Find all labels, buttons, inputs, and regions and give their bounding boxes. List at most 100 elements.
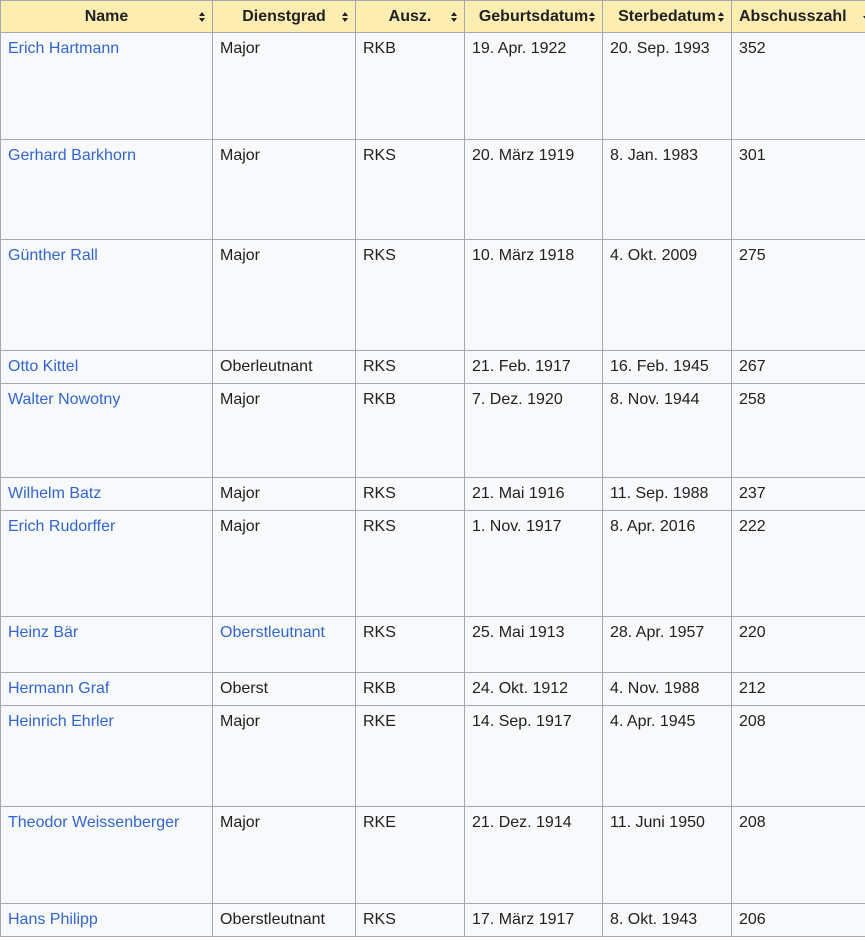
rank-cell-text: Major bbox=[220, 518, 261, 535]
death-date-cell-text: 11. Juni 1950 bbox=[610, 814, 705, 831]
kills-cell-text: 275 bbox=[739, 247, 766, 264]
person-link[interactable]: Hermann Graf bbox=[8, 680, 109, 697]
award-cell: RKB bbox=[355, 672, 465, 706]
name-cell: Hans Philipp bbox=[0, 903, 213, 937]
sort-both-icon bbox=[589, 12, 595, 22]
death-date-cell-text: 8. Apr. 2016 bbox=[610, 518, 696, 535]
name-cell: Gerhard Barkhorn bbox=[0, 139, 213, 240]
birth-date-cell: 19. Apr. 1922 bbox=[464, 32, 603, 140]
name-cell: Erich Rudorffer bbox=[0, 510, 213, 617]
kills-cell-text: 267 bbox=[739, 358, 766, 375]
kills-cell: 208 bbox=[731, 806, 865, 904]
sort-both-icon bbox=[718, 12, 724, 22]
table-row: Hans Philipp Oberstleutnant RKS 17. März 19… bbox=[0, 903, 865, 937]
name-cell: Walter Nowotny bbox=[0, 383, 213, 478]
header-kills[interactable]: Abschusszahl bbox=[731, 0, 865, 33]
name-cell: Theodor Weissenberger bbox=[0, 806, 213, 904]
person-link[interactable]: Heinrich Ehrler bbox=[8, 713, 114, 730]
award-cell-text: RKS bbox=[363, 358, 396, 375]
birth-date-cell: 21. Dez. 1914 bbox=[464, 806, 603, 904]
death-date-cell-text: 16. Feb. 1945 bbox=[610, 358, 709, 375]
header-name[interactable]: Name bbox=[0, 0, 213, 33]
header-label: Name bbox=[84, 7, 129, 25]
award-cell: RKB bbox=[355, 32, 465, 140]
birth-date-cell: 21. Feb. 1917 bbox=[464, 350, 603, 384]
rank-cell: Major bbox=[212, 383, 356, 478]
table-row: Otto Kittel Oberleutnant RKS 21. Feb. 1917 1… bbox=[0, 350, 865, 384]
death-date-cell: 8. Apr. 2016 bbox=[602, 510, 732, 617]
death-date-cell-text: 4. Okt. 2009 bbox=[610, 247, 698, 264]
death-date-cell-text: 8. Jan. 1983 bbox=[610, 147, 699, 164]
kills-cell: 208 bbox=[731, 705, 865, 807]
name-cell: Heinz Bär bbox=[0, 616, 213, 673]
death-date-cell: 8. Nov. 1944 bbox=[602, 383, 732, 478]
name-cell: Heinrich Ehrler bbox=[0, 705, 213, 807]
header-rank[interactable]: Dienstgrad bbox=[212, 0, 356, 33]
name-cell: Otto Kittel bbox=[0, 350, 213, 384]
rank-cell: Oberleutnant bbox=[212, 350, 356, 384]
kills-cell: 275 bbox=[731, 239, 865, 351]
kills-cell: 206 bbox=[731, 903, 865, 937]
death-date-cell: 16. Feb. 1945 bbox=[602, 350, 732, 384]
header-died[interactable]: Sterbedatum bbox=[602, 0, 732, 33]
kills-cell-text: 208 bbox=[739, 713, 766, 730]
award-cell-text: RKS bbox=[363, 147, 396, 164]
award-cell-text: RKB bbox=[363, 40, 396, 57]
person-link[interactable]: Gerhard Barkhorn bbox=[8, 147, 136, 164]
header-label: Sterbedatum bbox=[618, 7, 716, 25]
person-link[interactable]: Günther Rall bbox=[8, 247, 98, 264]
award-cell: RKS bbox=[355, 239, 465, 351]
name-cell: Wilhelm Batz bbox=[0, 477, 213, 511]
birth-date-cell-text: 17. März 1917 bbox=[472, 911, 575, 928]
rank-cell: Oberstleutnant bbox=[212, 903, 356, 937]
person-link[interactable]: Otto Kittel bbox=[8, 358, 78, 375]
person-link[interactable]: Theodor Weissenberger bbox=[8, 814, 179, 831]
birth-date-cell-text: 19. Apr. 1922 bbox=[472, 40, 567, 57]
person-link[interactable]: Erich Rudorffer bbox=[8, 518, 115, 535]
kills-cell: 222 bbox=[731, 510, 865, 617]
rank-cell: Major bbox=[212, 705, 356, 807]
award-cell: RKB bbox=[355, 383, 465, 478]
rank-cell-text: Oberleutnant bbox=[220, 358, 313, 375]
person-link[interactable]: Erich Hartmann bbox=[8, 40, 119, 57]
birth-date-cell-text: 14. Sep. 1917 bbox=[472, 713, 572, 730]
birth-date-cell-text: 21. Feb. 1917 bbox=[472, 358, 571, 375]
rank-cell-text: Major bbox=[220, 485, 261, 502]
death-date-cell-text: 28. Apr. 1957 bbox=[610, 624, 705, 641]
birth-date-cell: 10. März 1918 bbox=[464, 239, 603, 351]
award-cell-text: RKB bbox=[363, 391, 396, 408]
person-link[interactable]: Wilhelm Batz bbox=[8, 485, 101, 502]
death-date-cell-text: 20. Sep. 1993 bbox=[610, 40, 710, 57]
person-link[interactable]: Hans Philipp bbox=[8, 911, 98, 928]
rank-cell-text: Major bbox=[220, 391, 261, 408]
rank-cell: Oberst bbox=[212, 672, 356, 706]
death-date-cell: 4. Nov. 1988 bbox=[602, 672, 732, 706]
death-date-cell: 11. Sep. 1988 bbox=[602, 477, 732, 511]
birth-date-cell-text: 21. Dez. 1914 bbox=[472, 814, 572, 831]
header-label: Abschusszahl bbox=[739, 7, 847, 25]
name-cell: Hermann Graf bbox=[0, 672, 213, 706]
header-label: Ausz. bbox=[388, 7, 432, 25]
rank-link[interactable]: Oberstleutnant bbox=[220, 624, 325, 641]
kills-cell-text: 301 bbox=[739, 147, 766, 164]
rank-cell-text: Major bbox=[220, 40, 261, 57]
rank-cell-text: Oberstleutnant bbox=[220, 911, 325, 928]
rank-cell-text: Major bbox=[220, 247, 261, 264]
death-date-cell: 11. Juni 1950 bbox=[602, 806, 732, 904]
rank-cell-text: Oberst bbox=[220, 680, 269, 697]
table-row: Heinz Bär Oberstleutnant RKS 25. Mai 1913 28… bbox=[0, 616, 865, 673]
header-award[interactable]: Ausz. bbox=[355, 0, 465, 33]
person-link[interactable]: Heinz Bär bbox=[8, 624, 78, 641]
kills-cell: 212 bbox=[731, 672, 865, 706]
table-row: Erich Rudorffer Major RKS 1. Nov. 1917 8. Ap… bbox=[0, 510, 865, 617]
birth-date-cell-text: 1. Nov. 1917 bbox=[472, 518, 562, 535]
death-date-cell: 4. Apr. 1945 bbox=[602, 705, 732, 807]
kills-cell: 352 bbox=[731, 32, 865, 140]
aces-table: Name Dienstgrad Ausz. Geburtsdatum Sterb… bbox=[0, 0, 865, 937]
kills-cell-text: 237 bbox=[739, 485, 766, 502]
rank-cell: Major bbox=[212, 139, 356, 240]
award-cell: RKE bbox=[355, 705, 465, 807]
award-cell: RKS bbox=[355, 903, 465, 937]
header-born[interactable]: Geburtsdatum bbox=[464, 0, 603, 33]
person-link[interactable]: Walter Nowotny bbox=[8, 391, 120, 408]
